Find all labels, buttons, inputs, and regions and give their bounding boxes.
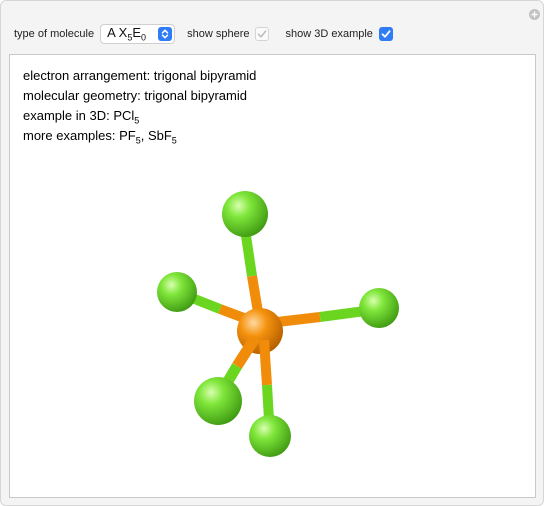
bond-axial-bottom [259, 339, 274, 421]
molecule-3d-view[interactable] [10, 55, 535, 497]
output-panel: electron arrangement: trigonal bipyramid… [9, 54, 536, 498]
show-sphere-checkbox[interactable] [255, 27, 270, 41]
plus-icon[interactable] [529, 9, 540, 20]
chlorine-atom-bottom [249, 415, 291, 457]
show-3d-example-label: show 3D example [285, 28, 373, 40]
chlorine-atom-front [194, 377, 242, 425]
checkmark-icon [258, 30, 267, 38]
molecule-type-select[interactable]: A X5E0 [100, 24, 176, 44]
checkmark-icon [381, 30, 391, 38]
show-3d-example-checkbox[interactable] [378, 27, 393, 41]
show-sphere-label: show sphere [187, 28, 250, 40]
app-frame: type of molecule A X5E0 show sphere show… [0, 0, 544, 506]
controls-bar: type of molecule A X5E0 show sphere show… [14, 24, 393, 44]
molecule-type-label: type of molecule [14, 28, 95, 40]
molecule-type-value: A X5E0 [107, 25, 147, 43]
chlorine-atom-right [359, 288, 399, 328]
chevron-updown-icon[interactable] [158, 27, 173, 41]
chlorine-atom-left [157, 272, 197, 312]
fluorine-atom-top [222, 191, 268, 237]
